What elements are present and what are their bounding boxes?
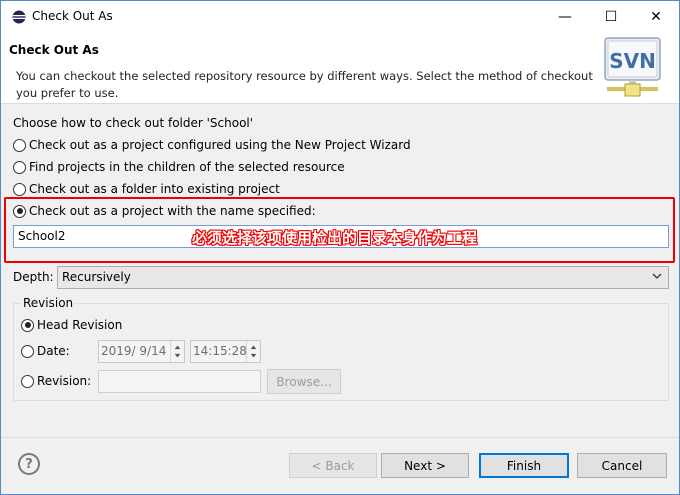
date-picker[interactable]: 2019/ 9/14 <box>98 340 185 363</box>
window-title: Check Out As <box>32 9 113 23</box>
revision-number-input[interactable] <box>98 370 261 393</box>
next-button[interactable]: Next > <box>381 453 469 478</box>
spinner-arrows-icon[interactable] <box>246 341 260 362</box>
time-value: 14:15:28 <box>193 344 247 358</box>
minimize-button[interactable]: — <box>543 1 587 32</box>
radio-button-checked[interactable] <box>21 318 34 332</box>
option-label: Find projects in the children of the sel… <box>29 160 345 174</box>
title-bar: Check Out As — ☐ ✕ <box>1 1 679 32</box>
radio-button[interactable] <box>13 160 26 174</box>
spinner-arrows-icon[interactable] <box>170 341 184 362</box>
revision-label: Revision: <box>37 374 92 388</box>
help-icon[interactable]: ? <box>18 453 40 475</box>
option-revision[interactable]: Revision: <box>21 372 91 390</box>
revision-legend: Revision <box>21 296 76 310</box>
option-label: Check out as a project configured using … <box>29 138 411 152</box>
close-icon: ✕ <box>650 8 662 25</box>
page-title: Check Out As <box>9 43 99 57</box>
depth-value: Recursively <box>62 270 131 284</box>
dialog-window: Check Out As — ☐ ✕ Check Out As You can … <box>0 0 680 495</box>
minimize-icon: — <box>558 8 572 25</box>
radio-button[interactable] <box>21 344 34 358</box>
option-date[interactable]: Date: <box>21 342 70 360</box>
head-revision-label: Head Revision <box>37 318 123 332</box>
option-head-revision[interactable]: Head Revision <box>21 316 122 334</box>
chevron-down-icon <box>652 273 662 279</box>
wizard-header: Check Out As You can checkout the select… <box>1 32 679 104</box>
radio-button[interactable] <box>21 374 34 388</box>
finish-button[interactable]: Finish <box>479 453 569 478</box>
date-label: Date: <box>37 344 70 358</box>
option-existing-project[interactable]: Check out as a folder into existing proj… <box>13 180 280 198</box>
radio-button[interactable] <box>13 138 26 152</box>
depth-select[interactable]: Recursively <box>57 266 669 289</box>
time-picker[interactable]: 14:15:28 <box>190 340 261 363</box>
maximize-icon: ☐ <box>604 8 618 25</box>
eclipse-icon <box>12 10 26 24</box>
close-button[interactable]: ✕ <box>634 1 678 32</box>
radio-button[interactable] <box>13 182 26 196</box>
back-button[interactable]: < Back <box>289 453 377 478</box>
maximize-button[interactable]: ☐ <box>589 1 633 32</box>
cancel-button[interactable]: Cancel <box>577 453 667 478</box>
browse-button[interactable]: Browse... <box>267 369 341 394</box>
annotation-text: 必须选择该项使用检出的目录本身作为工程 <box>192 229 478 247</box>
option-new-project-wizard[interactable]: Check out as a project configured using … <box>13 136 411 154</box>
option-find-projects[interactable]: Find projects in the children of the sel… <box>13 158 345 176</box>
option-label: Check out as a folder into existing proj… <box>29 182 280 196</box>
page-description: You can checkout the selected repository… <box>16 69 593 100</box>
depth-label: Depth: <box>13 270 54 284</box>
svn-logo-icon: SVN <box>604 37 661 97</box>
footer-divider <box>1 437 679 438</box>
checkout-prompt: Choose how to check out folder 'School' <box>13 116 254 130</box>
svn-logo-text: SVN <box>609 49 656 73</box>
date-value: 2019/ 9/14 <box>101 344 167 358</box>
